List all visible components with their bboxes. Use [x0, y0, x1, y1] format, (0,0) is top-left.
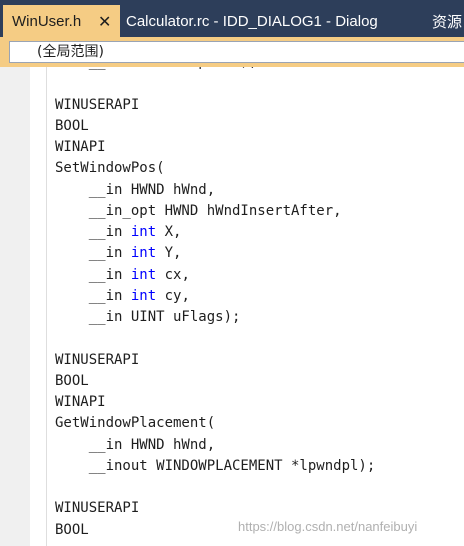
code-line: __in int cx,	[55, 265, 464, 286]
keyword-token: int	[130, 266, 157, 283]
code-token: BOOL	[55, 372, 89, 389]
close-icon[interactable]: ✕	[98, 12, 111, 32]
code-line: WINUSERAPI	[55, 95, 464, 116]
keyword-token: int	[130, 287, 157, 304]
code-token: X,	[156, 224, 182, 240]
code-line: SetWindowPos(	[55, 158, 464, 179]
code-line: WINUSERAPI	[55, 498, 464, 519]
code-line: WINUSERAPI	[55, 350, 464, 371]
code-token: __inout WINDOWPLACEMENT *lpwndpl);	[55, 457, 376, 474]
code-line: __in_opt HWND hWndInsertAfter,	[55, 201, 464, 222]
code-line: __in UINT uFlags);	[55, 307, 464, 328]
tab-winuser-h[interactable]: WinUser.h ✕	[3, 5, 120, 37]
scope-dropdown-value: (全局范围)	[37, 44, 104, 60]
code-token: BOOL	[55, 521, 89, 538]
tab-label: 资源	[432, 13, 463, 31]
code-token: __in	[55, 287, 131, 304]
code-token: __in	[55, 245, 131, 262]
code-editor[interactable]: __in BOOL bRepaint); WINUSERAPI BOOL WINAPI…	[0, 67, 464, 546]
code-line: __in int cy,	[55, 286, 464, 307]
code-token: __in BOOL bRepaint);	[55, 67, 258, 70]
code-token: __in HWND hWnd,	[55, 181, 216, 198]
code-line: __in HWND hWnd,	[55, 435, 464, 456]
navigation-bar: (全局范围)	[0, 37, 464, 67]
code-token: __in	[55, 224, 131, 240]
tab-resource[interactable]: 资源	[432, 5, 462, 37]
code-token: __in HWND hWnd,	[55, 436, 216, 453]
code-token: Y,	[156, 245, 182, 262]
tab-calculator-rc[interactable]: Calculator.rc - IDD_DIALOG1 - Dialog	[126, 5, 378, 37]
code-line: BOOL	[55, 371, 464, 392]
code-line: BOOL	[55, 116, 464, 137]
tab-label: Calculator.rc - IDD_DIALOG1 - Dialog	[126, 12, 378, 30]
code-token: SetWindowPos(	[55, 160, 165, 177]
code-line: __in int X,	[55, 222, 464, 243]
code-line: GetWindowPlacement(	[55, 413, 464, 434]
code-token: GetWindowPlacement(	[55, 415, 216, 432]
code-line: __in HWND hWnd,	[55, 180, 464, 201]
code-token: __in UINT uFlags);	[55, 309, 241, 325]
code-token: WINUSERAPI	[55, 500, 140, 517]
indicator-margin	[0, 67, 30, 546]
tab-label: WinUser.h	[12, 12, 82, 30]
code-text-area[interactable]: __in BOOL bRepaint); WINUSERAPI BOOL WINAPI…	[55, 67, 464, 541]
code-token: BOOL	[55, 117, 89, 134]
code-token: cy,	[156, 287, 190, 304]
code-token: cx,	[156, 266, 190, 283]
code-token: __in_opt HWND hWndInsertAfter,	[55, 202, 342, 219]
code-token: WINAPI	[55, 394, 106, 410]
code-token: WINAPI	[55, 139, 106, 155]
code-line: WINAPI	[55, 392, 464, 413]
code-line: WINAPI	[55, 137, 464, 158]
code-token: __in	[55, 266, 131, 283]
keyword-token: int	[130, 224, 157, 240]
scope-dropdown[interactable]: (全局范围)	[9, 41, 464, 63]
keyword-token: int	[130, 245, 157, 262]
document-tab-strip: WinUser.h ✕ Calculator.rc - IDD_DIALOG1 …	[0, 0, 464, 37]
code-token: WINUSERAPI	[55, 351, 140, 368]
code-token: WINUSERAPI	[55, 96, 140, 113]
outline-guide	[46, 67, 47, 546]
code-line: __inout WINDOWPLACEMENT *lpwndpl);	[55, 456, 464, 477]
code-line: __in int Y,	[55, 243, 464, 264]
watermark: https://blog.csdn.net/nanfeibuyi	[238, 519, 418, 534]
